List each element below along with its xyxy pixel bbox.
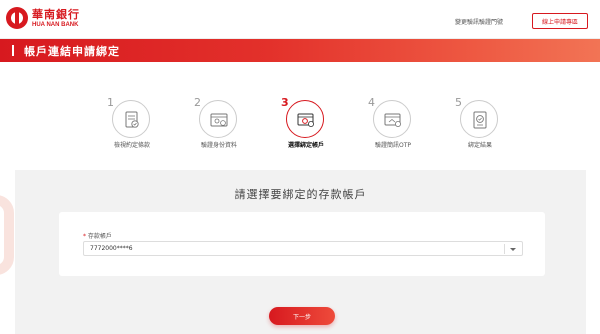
step-label: 驗證身份資料 [200, 142, 237, 149]
panel-heading: 請選擇要綁定的存款帳戶 [234, 188, 367, 201]
required-mark: * [83, 233, 86, 240]
page-title: 帳戶連結申請綁定 [24, 45, 120, 58]
title-accent-bar [12, 45, 14, 56]
bank-account-icon [297, 113, 314, 127]
next-step-button[interactable]: 下一步 [269, 307, 335, 325]
bank-logo[interactable]: 華南銀行 HUA NAN BANK [6, 7, 80, 29]
step-circle [460, 100, 498, 138]
step-number: 5 [455, 96, 462, 109]
step-circle [199, 100, 237, 138]
account-select[interactable]: 7772000****6 [83, 241, 523, 256]
step-number: 1 [107, 96, 114, 109]
step-label: 驗證簡訊OTP [374, 142, 411, 149]
select-divider [504, 244, 505, 254]
step-circle [112, 100, 150, 138]
online-application-button[interactable]: 線上申請專區 [532, 13, 588, 29]
step-label: 檢視約定條款 [113, 142, 150, 149]
background-decoration [0, 195, 14, 275]
sms-otp-icon [384, 113, 401, 127]
bank-name-cn: 華南銀行 [32, 7, 80, 21]
step-progress: 1 檢視約定條款 2 驗證身份資料 3 選擇綁定帳戶 4 驗證簡訊OTP 5 綁… [0, 96, 600, 156]
site-header: 華南銀行 HUA NAN BANK 變更驗訊驗證門號 線上申請專區 [0, 0, 600, 39]
account-select-value: 7772000****6 [90, 245, 133, 252]
bank-logo-mark-icon [6, 7, 28, 29]
chevron-down-icon[interactable] [510, 248, 516, 251]
change-phone-link[interactable]: 變更驗訊驗證門號 [455, 17, 503, 26]
account-field-label: * 存款帳戶 [83, 231, 112, 240]
account-selection-panel: 請選擇要綁定的存款帳戶 * 存款帳戶 7772000****6 下一步 [15, 170, 586, 334]
step-circle [373, 100, 411, 138]
step-number: 2 [194, 96, 201, 109]
bank-logo-text: 華南銀行 HUA NAN BANK [32, 9, 80, 28]
step-number: 4 [368, 96, 375, 109]
id-card-icon [210, 113, 228, 127]
page-title-bar: 帳戶連結申請綁定 [0, 39, 600, 62]
bank-name-en: HUA NAN BANK [32, 21, 79, 28]
result-check-icon [473, 111, 487, 129]
step-label: 綁定結果 [467, 142, 492, 149]
form-card: * 存款帳戶 7772000****6 [59, 212, 545, 276]
step-circle [286, 100, 324, 138]
document-check-icon [125, 111, 139, 128]
step-number: 3 [281, 96, 289, 109]
account-field-label-text: 存款帳戶 [87, 233, 112, 240]
step-label: 選擇綁定帳戶 [287, 142, 324, 149]
